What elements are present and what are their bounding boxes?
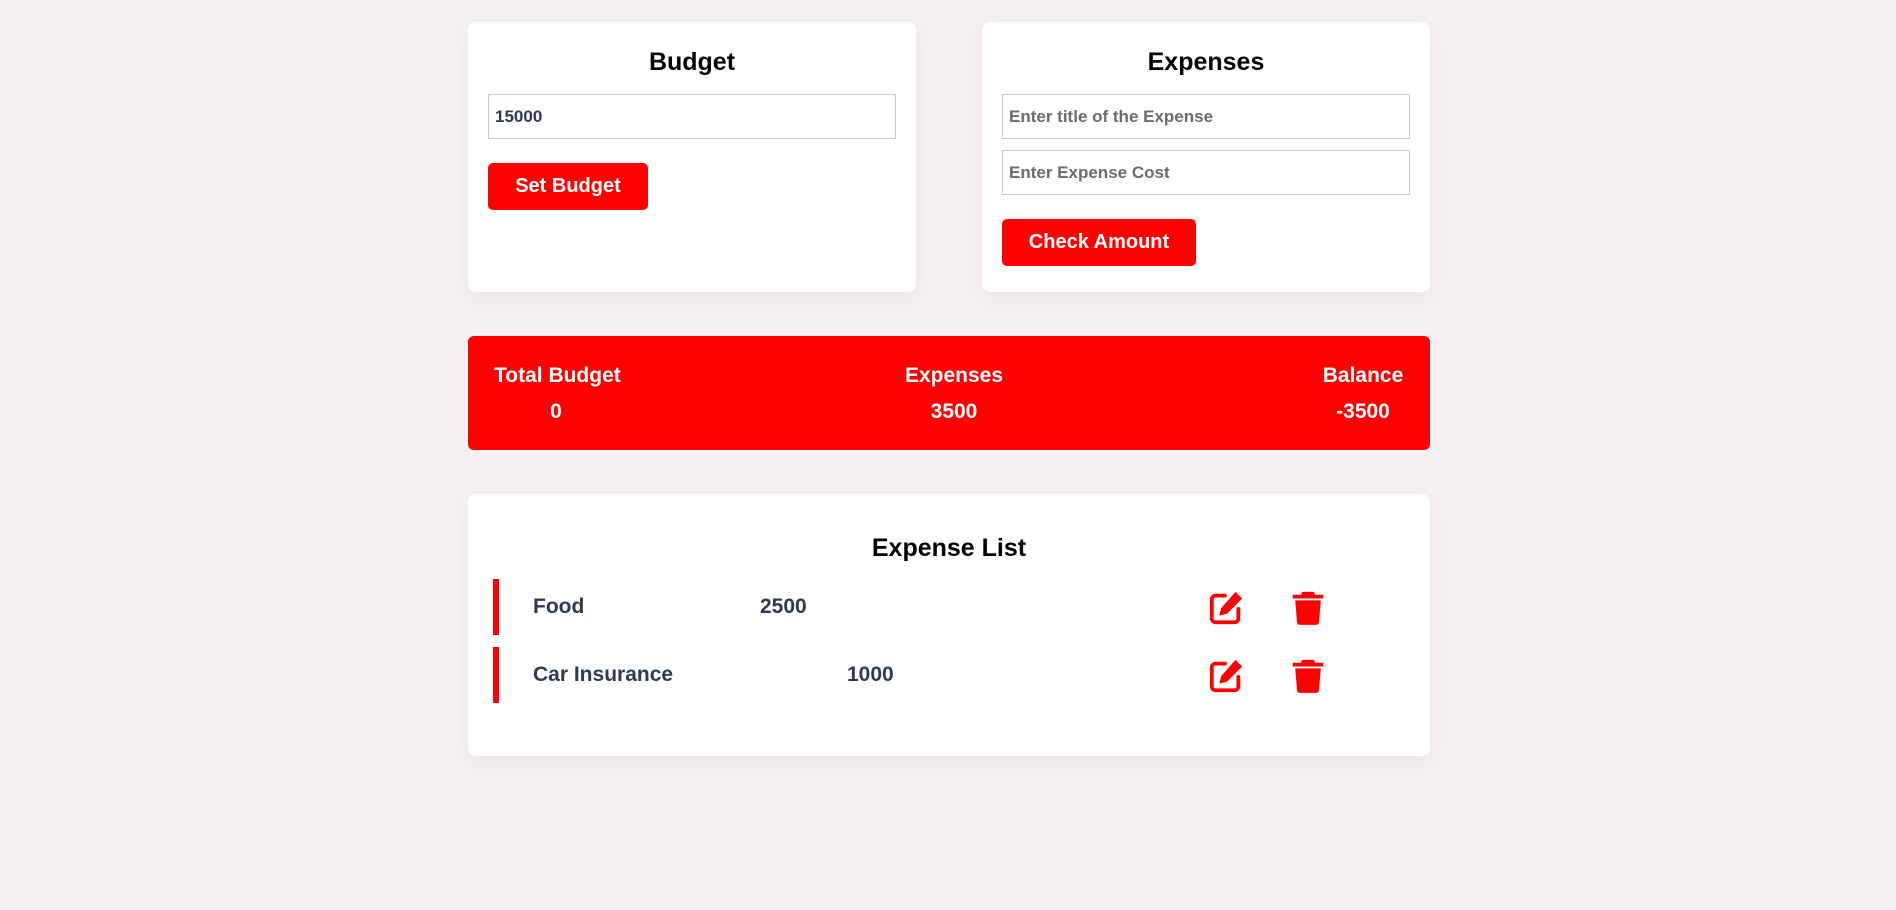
budget-card: Budget Set Budget [468, 22, 916, 292]
budget-input[interactable] [488, 94, 896, 139]
expense-cost-input[interactable] [1002, 150, 1410, 195]
balance-value: -3500 [1336, 400, 1390, 423]
expenses-total-value: 3500 [930, 400, 978, 423]
total-budget-value: 0 [550, 400, 562, 423]
trash-icon[interactable] [1289, 589, 1327, 627]
expense-list-title: Expense List [871, 534, 1027, 562]
expense-list-card: Expense List Food 2500 Car Insurance 100… [468, 494, 1430, 756]
summary-bar: Total Budget 0 Expenses 3500 Balance -35… [468, 336, 1430, 450]
expense-item-amount: 2500 [760, 595, 807, 618]
check-amount-button[interactable]: Check Amount [1002, 219, 1196, 266]
expense-item-title: Food [533, 595, 585, 618]
trash-icon[interactable] [1289, 657, 1327, 695]
budget-title: Budget [648, 48, 736, 76]
list-item: Food 2500 [493, 579, 1403, 635]
expenses-total-label: Expenses [904, 364, 1004, 387]
edit-icon[interactable] [1207, 589, 1245, 627]
edit-icon[interactable] [1207, 657, 1245, 695]
list-item: Car Insurance 1000 [493, 647, 1403, 703]
set-budget-button[interactable]: Set Budget [488, 163, 648, 210]
expense-title-input[interactable] [1002, 94, 1410, 139]
expenses-summary: Expenses 3500 [884, 364, 1024, 424]
expense-item-title: Car Insurance [533, 663, 674, 686]
expenses-title: Expenses [1147, 48, 1265, 76]
list-item-accent-bar [493, 647, 499, 703]
balance-label: Balance [1322, 364, 1404, 387]
total-budget-label: Total Budget [494, 364, 621, 387]
total-budget-summary: Total Budget 0 [494, 364, 621, 424]
expenses-card: Expenses Check Amount [982, 22, 1430, 292]
balance-summary: Balance -3500 [1318, 364, 1408, 424]
expense-item-amount: 1000 [847, 663, 894, 686]
list-item-accent-bar [493, 579, 499, 635]
